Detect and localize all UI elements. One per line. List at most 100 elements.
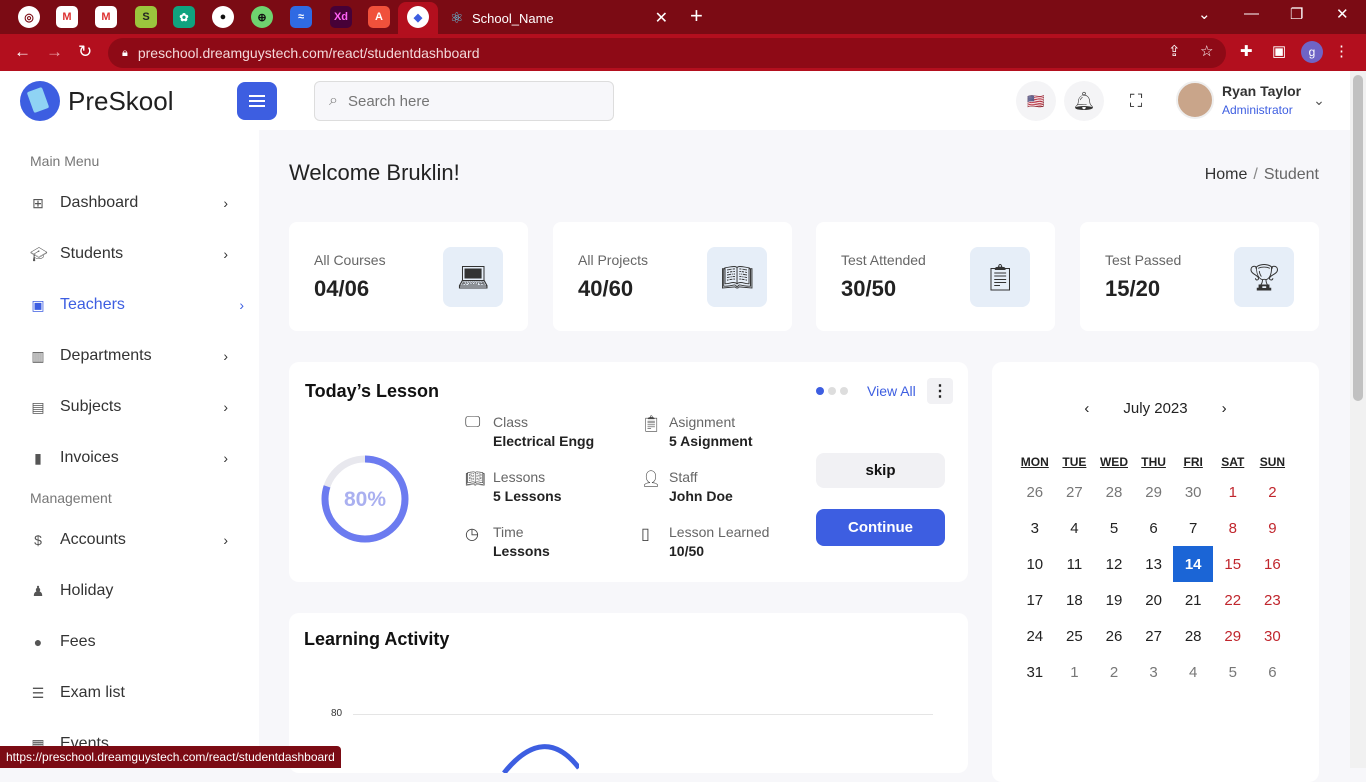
chrome-tab-icon[interactable]: ◎ (18, 6, 40, 28)
calendar-day[interactable]: 14 (1173, 546, 1213, 582)
current-tab[interactable]: ⚛ School_Name ✕ (438, 2, 678, 34)
sidebar-item-fees[interactable]: ● Fees (30, 627, 240, 657)
continue-button[interactable]: Continue (816, 509, 945, 546)
calendar-day[interactable]: 4 (1173, 654, 1213, 690)
fullscreen-icon[interactable]: ⛶ (1116, 81, 1156, 121)
close-tab-icon[interactable]: ✕ (655, 8, 668, 28)
sidebar-item-label: Accounts (60, 531, 126, 548)
user-menu[interactable]: Ryan Taylor Administrator ⌄ (1176, 81, 1325, 119)
chevron-down-icon[interactable]: ⌄ (1313, 92, 1325, 109)
calendar-day[interactable]: 4 (1055, 510, 1095, 546)
reload-icon[interactable]: ↻ (78, 42, 92, 62)
calendar-day[interactable]: 9 (1253, 510, 1293, 546)
sidebar-item-accounts[interactable]: $ Accounts › (30, 525, 240, 555)
openai-tab-icon[interactable]: ✿ (173, 6, 195, 28)
calendar-day[interactable]: 17 (1015, 582, 1055, 618)
bookmark-star-icon[interactable]: ☆ (1200, 42, 1213, 60)
scrollbar-thumb[interactable] (1353, 75, 1363, 401)
sidebar-toggle-button[interactable] (237, 82, 277, 120)
calendar-day[interactable]: 20 (1134, 582, 1174, 618)
calendar-day[interactable]: 25 (1055, 618, 1095, 654)
calendar-day[interactable]: 30 (1253, 618, 1293, 654)
calendar-day[interactable]: 21 (1173, 582, 1213, 618)
sidebar-item-teachers[interactable]: ▣ Teachers › (30, 290, 244, 320)
calendar-day[interactable]: 26 (1015, 474, 1055, 510)
more-options-icon[interactable]: ⋮ (927, 378, 953, 404)
search-box[interactable]: ⌕ (314, 81, 614, 121)
calendar-day[interactable]: 3 (1134, 654, 1174, 690)
logo[interactable]: PreSkool (20, 81, 174, 121)
active-favicon-tab[interactable]: ◆ (398, 2, 438, 34)
calendar-day[interactable]: 6 (1134, 510, 1174, 546)
calendar-day[interactable]: 18 (1055, 582, 1095, 618)
calendar-day[interactable]: 3 (1015, 510, 1055, 546)
calendar-day[interactable]: 29 (1134, 474, 1174, 510)
calendar-day[interactable]: 11 (1055, 546, 1095, 582)
calendar-day[interactable]: 1 (1213, 474, 1253, 510)
back-icon[interactable]: ← (14, 42, 31, 62)
sidebar-item-holiday[interactable]: ♟ Holiday (30, 576, 240, 606)
profile-avatar[interactable]: g (1301, 41, 1323, 63)
calendar-day[interactable]: 12 (1094, 546, 1134, 582)
shopify-tab-icon[interactable]: S (135, 6, 157, 28)
calendar-day[interactable]: 13 (1134, 546, 1174, 582)
restore-icon[interactable]: ❐ (1290, 5, 1303, 23)
calendar-day[interactable]: 6 (1253, 654, 1293, 690)
calendar-day[interactable]: 28 (1173, 618, 1213, 654)
web-tab-icon[interactable]: ⊕ (251, 6, 273, 28)
breadcrumb-home[interactable]: Home (1205, 166, 1248, 183)
view-all-link[interactable]: View All (867, 383, 916, 399)
calendar-day[interactable]: 7 (1173, 510, 1213, 546)
gmail-tab-icon[interactable]: M (95, 6, 117, 28)
sidebar-item-subjects[interactable]: ▤ Subjects › (30, 392, 240, 422)
next-month-button[interactable]: › (1222, 400, 1227, 417)
share-icon[interactable]: ⇪ (1168, 42, 1181, 60)
sidepanel-icon[interactable]: ▣ (1272, 42, 1286, 60)
github-tab-icon[interactable]: ● (212, 6, 234, 28)
chrome-menu-icon[interactable]: ⋮ (1334, 42, 1349, 60)
prev-month-button[interactable]: ‹ (1084, 400, 1089, 417)
extensions-icon[interactable]: ✚ (1240, 42, 1253, 60)
bell-icon[interactable]: 🔔︎ (1064, 81, 1104, 121)
sidebar-item-dashboard[interactable]: ⊞ Dashboard › (30, 188, 240, 218)
calendar-day[interactable]: 26 (1094, 618, 1134, 654)
minimize-icon[interactable]: — (1244, 5, 1259, 22)
calendar-day[interactable]: 22 (1213, 582, 1253, 618)
gmail-tab-icon[interactable]: M (56, 6, 78, 28)
calendar-day[interactable]: 27 (1055, 474, 1095, 510)
calendar-day[interactable]: 16 (1253, 546, 1293, 582)
address-bar[interactable]: 🔒︎ preschool.dreamguystech.com/react/stu… (108, 38, 1226, 68)
calendar-day[interactable]: 31 (1015, 654, 1055, 690)
calendar-day[interactable]: 8 (1213, 510, 1253, 546)
skip-button[interactable]: skip (816, 453, 945, 488)
calendar-day[interactable]: 19 (1094, 582, 1134, 618)
calendar-day[interactable]: 29 (1213, 618, 1253, 654)
carousel-dots[interactable] (816, 387, 848, 395)
new-tab-icon[interactable]: + (690, 3, 703, 29)
calendar-day[interactable]: 24 (1015, 618, 1055, 654)
search-input[interactable] (347, 92, 588, 110)
calendar-day[interactable]: 15 (1213, 546, 1253, 582)
tailwind-tab-icon[interactable]: ≈ (290, 6, 312, 28)
sidebar-item-invoices[interactable]: ▮ Invoices › (30, 443, 240, 473)
sidebar-item-departments[interactable]: ▥ Departments › (30, 341, 240, 371)
calendar-day[interactable]: 2 (1253, 474, 1293, 510)
app-tab-icon[interactable]: A (368, 6, 390, 28)
sidebar-item-exam-list[interactable]: ☰ Exam list (30, 678, 240, 708)
calendar-day[interactable]: 27 (1134, 618, 1174, 654)
calendar-day[interactable]: 28 (1094, 474, 1134, 510)
calendar-day[interactable]: 2 (1094, 654, 1134, 690)
sidebar-item-students[interactable]: 🎓︎ Students › (30, 239, 240, 269)
scrollbar[interactable] (1350, 71, 1366, 768)
calendar-day[interactable]: 10 (1015, 546, 1055, 582)
calendar-day[interactable]: 23 (1253, 582, 1293, 618)
calendar-day[interactable]: 5 (1094, 510, 1134, 546)
calendar-day[interactable]: 1 (1055, 654, 1095, 690)
close-window-icon[interactable]: ✕ (1336, 5, 1349, 23)
adobe-xd-tab-icon[interactable]: Xd (330, 6, 352, 28)
calendar-day[interactable]: 30 (1173, 474, 1213, 510)
tab-search-icon[interactable]: ⌄ (1198, 5, 1211, 23)
calendar-day[interactable]: 5 (1213, 654, 1253, 690)
us-flag-icon[interactable]: 🇺🇸︎ (1016, 81, 1056, 121)
forward-icon[interactable]: → (46, 42, 63, 62)
